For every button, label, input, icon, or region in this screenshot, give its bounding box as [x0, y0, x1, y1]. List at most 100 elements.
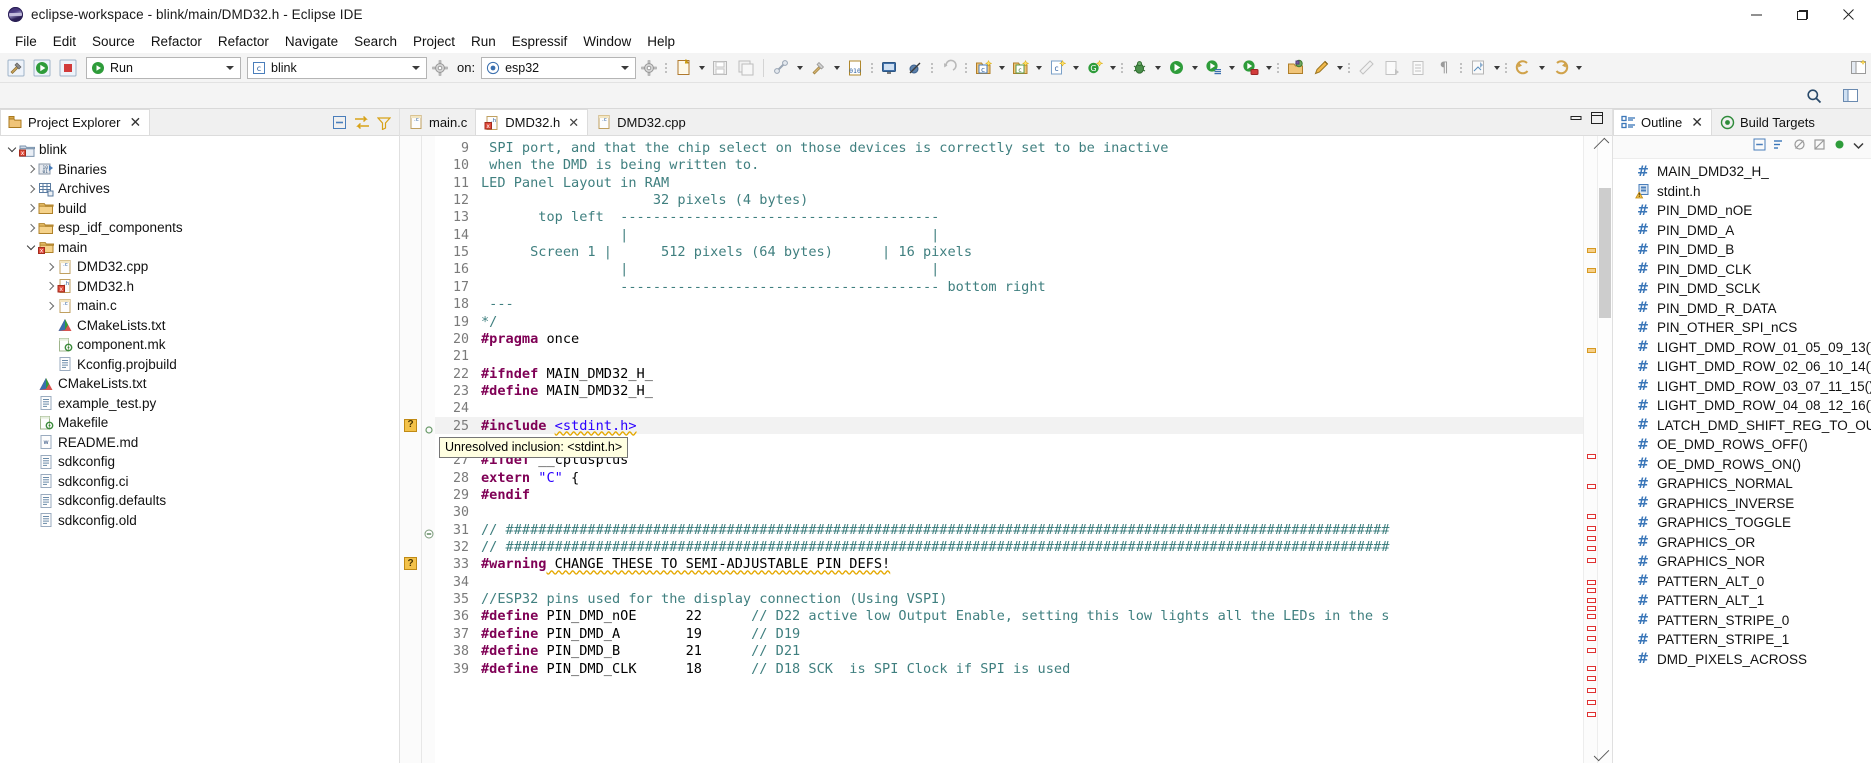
editor-body[interactable]: ?? 9 SPI port, and that the chip select …	[400, 135, 1612, 763]
overview-error-mark[interactable]	[1587, 626, 1596, 631]
build-button[interactable]	[3, 56, 29, 80]
scroll-down-icon[interactable]	[1593, 745, 1612, 763]
collapse-all-icon[interactable]	[332, 115, 347, 135]
tab-outline[interactable]: Outline ✕	[1613, 109, 1712, 135]
launch-config-combo[interactable]: c blink	[247, 56, 427, 79]
overview-warning-mark[interactable]	[1587, 268, 1596, 273]
close-icon[interactable]: ✕	[568, 115, 579, 131]
chevron-right-icon[interactable]	[44, 277, 56, 296]
new-c-project-icon[interactable]: c	[970, 56, 996, 80]
outline-item-pin-dmd-a[interactable]: # PIN_DMD_A	[1613, 221, 1871, 241]
project-tree[interactable]: x blink 10 01 Binaries Archives build esp_idf_c…	[0, 136, 399, 530]
ruler-icon[interactable]	[1353, 56, 1379, 80]
overview-error-mark[interactable]	[1587, 484, 1596, 489]
overview-error-mark[interactable]	[1587, 580, 1596, 585]
build-all-icon[interactable]	[768, 56, 794, 80]
chevron-right-icon[interactable]	[25, 160, 37, 179]
outline-item-pattern-stripe-1[interactable]: # PATTERN_STRIPE_1	[1613, 630, 1871, 650]
code-line[interactable]: //ESP32 pins used for the display connec…	[481, 591, 948, 608]
tab-project-explorer[interactable]: Project Explorer ✕	[0, 109, 151, 135]
overview-warning-mark[interactable]	[1587, 248, 1596, 253]
outline-item-dmd-pixels-across[interactable]: # DMD_PIXELS_ACROSS	[1613, 650, 1871, 670]
scrollbar-thumb[interactable]	[1599, 188, 1611, 318]
outline-item-graphics-or[interactable]: # GRAPHICS_OR	[1613, 533, 1871, 553]
code-line[interactable]: 32 pixels (4 bytes)	[481, 192, 809, 209]
outline-item-stdint-h[interactable]: ! stdint.h	[1613, 182, 1871, 202]
editor-overview-ruler[interactable]	[1583, 136, 1597, 763]
outline-item-pattern-stripe-0[interactable]: # PATTERN_STRIPE_0	[1613, 611, 1871, 631]
outline-item-pin-dmd-r-data[interactable]: # PIN_DMD_R_DATA	[1613, 299, 1871, 319]
open-perspective-icon[interactable]	[1845, 56, 1871, 80]
code-line[interactable]: when the DMD is being written to.	[481, 157, 759, 174]
tree-item-sdkconfig-old[interactable]: sdkconfig.old	[0, 511, 399, 531]
fold-indicator-icon[interactable]	[424, 422, 434, 434]
overview-error-mark[interactable]	[1587, 700, 1596, 705]
maximize-button[interactable]	[1779, 0, 1825, 29]
code-line[interactable]: #endif	[481, 487, 530, 504]
pencil-edit-icon[interactable]	[1308, 56, 1334, 80]
warning-marker-icon[interactable]: ?	[404, 418, 417, 432]
menu-project[interactable]: Project	[405, 32, 463, 51]
code-line[interactable]: | |	[481, 261, 939, 278]
overview-error-mark[interactable]	[1587, 546, 1596, 551]
overview-error-mark[interactable]	[1587, 588, 1596, 593]
perspective-switch-icon[interactable]	[1837, 84, 1863, 108]
editor-vertical-scrollbar[interactable]	[1593, 136, 1612, 763]
resume-run-button[interactable]	[29, 56, 55, 80]
tree-item-sdkconfig[interactable]: sdkconfig	[0, 452, 399, 472]
editor-code-area[interactable]: 9 SPI port, and that the chip select on …	[435, 136, 1583, 763]
new-class-icon[interactable]: G	[1081, 56, 1107, 80]
tree-item-main[interactable]: x main	[0, 238, 399, 258]
outline-item-graphics-inverse[interactable]: # GRAPHICS_INVERSE	[1613, 494, 1871, 514]
menu-refactor[interactable]: Refactor	[143, 32, 210, 51]
run-config-dropdown-icon[interactable]	[1226, 56, 1237, 80]
overview-warning-mark[interactable]	[1587, 348, 1596, 353]
project-explorer-body[interactable]: x blink 10 01 Binaries Archives build esp_idf_c…	[0, 135, 399, 763]
close-icon[interactable]: ✕	[129, 114, 141, 131]
code-line[interactable]: LED Panel Layout in RAM	[481, 175, 669, 192]
overview-error-mark[interactable]	[1587, 676, 1596, 681]
external-tools-icon[interactable]	[1282, 56, 1308, 80]
code-line[interactable]: #define PIN_DMD_nOE 22 // D22 active low…	[481, 608, 1389, 625]
tree-item-esp-idf-components[interactable]: esp_idf_components	[0, 218, 399, 238]
menu-window[interactable]: Window	[575, 32, 639, 51]
stop-button[interactable]	[55, 56, 81, 80]
menu-espressif[interactable]: Espressif	[504, 32, 576, 51]
tree-item-dmd32-h[interactable]: .h x DMD32.h	[0, 277, 399, 297]
overview-error-mark[interactable]	[1587, 666, 1596, 671]
overview-error-mark[interactable]	[1587, 454, 1596, 459]
tab-build-targets[interactable]: Build Targets	[1711, 109, 1824, 135]
outline-item-pin-dmd-noe[interactable]: # PIN_DMD_nOE	[1613, 201, 1871, 221]
outline-item-oe-dmd-rows-off-[interactable]: # OE_DMD_ROWS_OFF()	[1613, 435, 1871, 455]
chevron-right-icon[interactable]	[25, 179, 37, 198]
chevron-down-icon[interactable]	[6, 140, 18, 159]
hide-nonpublic-icon[interactable]	[1833, 138, 1846, 156]
skip-breakpoints-icon[interactable]	[902, 56, 928, 80]
overview-error-mark[interactable]	[1587, 648, 1596, 653]
hide-static-icon[interactable]	[1813, 138, 1826, 156]
code-line[interactable]: #pragma once	[481, 331, 579, 348]
run-play-icon[interactable]	[1163, 56, 1189, 80]
outline-item-pin-other-spi-ncs[interactable]: # PIN_OTHER_SPI_nCS	[1613, 318, 1871, 338]
chevron-down-icon[interactable]	[25, 238, 37, 257]
minimize-button[interactable]	[1733, 0, 1779, 29]
outline-item-pattern-alt-0[interactable]: # PATTERN_ALT_0	[1613, 572, 1871, 592]
forward-icon[interactable]	[1547, 56, 1573, 80]
code-line[interactable]: #define PIN_DMD_B 21 // D21	[481, 643, 800, 660]
outline-body[interactable]: # MAIN_DMD32_H_! stdint.h # PIN_DMD_nOE # PIN_…	[1613, 135, 1871, 763]
menu-navigate[interactable]: Navigate	[277, 32, 346, 51]
pilcrow-icon[interactable]: ¶	[1431, 56, 1457, 80]
run-configurations-icon[interactable]	[1200, 56, 1226, 80]
outline-item-pin-dmd-sclk[interactable]: # PIN_DMD_SCLK	[1613, 279, 1871, 299]
menu-run[interactable]: Run	[463, 32, 504, 51]
overview-error-mark[interactable]	[1587, 526, 1596, 531]
chevron-right-icon[interactable]	[25, 199, 37, 218]
code-line[interactable]: #define PIN_DMD_A 19 // D19	[481, 626, 800, 643]
previous-annotation-icon[interactable]	[1405, 56, 1431, 80]
chevron-right-icon[interactable]	[25, 218, 37, 237]
outline-item-pin-dmd-clk[interactable]: # PIN_DMD_CLK	[1613, 260, 1871, 280]
tree-item-dmd32-cpp[interactable]: .c DMD32.cpp	[0, 257, 399, 277]
code-line[interactable]: Screen 1 | 512 pixels (64 bytes) | 16 pi…	[481, 244, 972, 261]
external-tools-dropdown-icon[interactable]	[1334, 56, 1345, 80]
maximize-icon[interactable]	[1590, 111, 1604, 130]
